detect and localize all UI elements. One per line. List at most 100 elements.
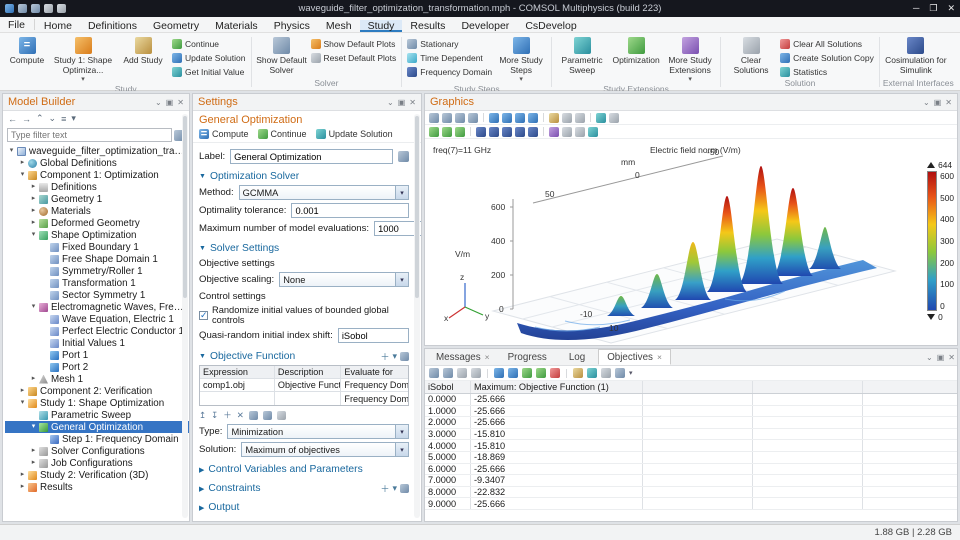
ribbon-tab[interactable]: Definitions — [80, 20, 145, 32]
statistics-button[interactable]: Statistics — [780, 66, 874, 78]
tree-item[interactable]: Job Configurations — [5, 457, 189, 469]
add-row-icon[interactable]: ＋ — [223, 409, 232, 421]
settings-compute-button[interactable]: Compute — [199, 129, 249, 139]
ribbon-tab[interactable]: Home — [36, 20, 80, 32]
tree-item[interactable]: Perfect Electric Conductor 1 — [5, 325, 189, 337]
tree-twisty-icon[interactable] — [29, 421, 38, 433]
export-icon[interactable] — [471, 368, 481, 378]
save-table-icon[interactable] — [263, 411, 272, 420]
tree-item[interactable]: Parametric Sweep — [5, 409, 189, 421]
model-tree-settings-icon[interactable]: ▾ — [71, 113, 76, 124]
panel-float-icon[interactable]: ▣ — [398, 98, 406, 107]
move-down-icon[interactable]: ↧ — [211, 410, 218, 421]
show-default-plots-button[interactable]: Show Default Plots — [311, 38, 397, 50]
table-surface-icon[interactable] — [508, 368, 518, 378]
solution-dropdown[interactable]: Maximum of objectives — [241, 442, 409, 457]
ribbon-tab[interactable]: Mesh — [318, 20, 360, 32]
console-tab[interactable]: Log — [560, 349, 598, 365]
objectives-row[interactable]: 2.0000 -25.666 — [425, 417, 957, 429]
tree-twisty-icon[interactable] — [29, 205, 38, 217]
ribbon-tab[interactable]: Results — [402, 20, 453, 32]
tree-twisty-icon[interactable] — [29, 373, 38, 385]
section-output[interactable]: ▶ Output — [199, 502, 409, 513]
tree-twisty-icon[interactable] — [29, 457, 38, 469]
objective-scaling-dropdown[interactable]: None — [279, 272, 409, 287]
clear-table-icon[interactable] — [601, 368, 611, 378]
open-icon[interactable] — [31, 4, 40, 13]
reset-default-plots-button[interactable]: Reset Default Plots — [311, 52, 397, 64]
frequency-domain-button[interactable]: Frequency Domain — [407, 66, 492, 78]
tree-item[interactable]: Mesh 1 — [5, 373, 189, 385]
objectives-row[interactable]: 1.0000 -25.666 — [425, 406, 957, 418]
tree-twisty-icon[interactable] — [29, 181, 38, 193]
objectives-col-header[interactable]: iSobol — [425, 381, 471, 393]
randomize-checkbox[interactable] — [199, 311, 208, 320]
tree-twisty-icon[interactable] — [18, 469, 27, 481]
precision-icon[interactable] — [429, 368, 439, 378]
camera-icon[interactable] — [588, 127, 598, 137]
tolerance-input[interactable] — [291, 203, 409, 218]
tree-twisty-icon[interactable] — [18, 169, 27, 181]
panel-float-icon[interactable]: ▣ — [166, 98, 174, 107]
tree-item[interactable]: Symmetry/Roller 1 — [5, 265, 189, 277]
show-default-solver-button[interactable]: Show Default Solver — [255, 34, 309, 78]
stationary-button[interactable]: Stationary — [407, 38, 492, 50]
rename-icon[interactable] — [398, 151, 409, 162]
update-solution-button[interactable]: Update Solution — [172, 52, 246, 64]
objectives-row[interactable]: 8.0000 -22.832 — [425, 487, 957, 499]
label-field-input[interactable] — [230, 149, 393, 164]
tree-item[interactable]: Step 1: Frequency Domain — [5, 433, 189, 445]
optimization-button[interactable]: Optimization — [609, 34, 663, 84]
grid-icon[interactable] — [575, 127, 585, 137]
add-objective-icon[interactable]: ＋ — [380, 350, 389, 363]
create-solution-copy-button[interactable]: Create Solution Copy — [780, 52, 874, 64]
collapse-all-icon[interactable]: ⌃ — [36, 113, 44, 124]
ribbon-tab[interactable]: Geometry — [145, 20, 207, 32]
objectives-row[interactable]: 6.0000 -25.666 — [425, 464, 957, 476]
ribbon-tab[interactable]: Physics — [266, 20, 318, 32]
model-builder-scrollbar[interactable] — [182, 114, 188, 518]
line-plot-icon[interactable] — [522, 368, 532, 378]
tree-item[interactable]: Sector Symmetry 1 — [5, 289, 189, 301]
tree-item[interactable]: Study 2: Verification (3D) — [5, 469, 189, 481]
toolbar-menu-icon[interactable]: ▾ — [629, 369, 633, 377]
tree-item[interactable]: Deformed Geometry — [5, 217, 189, 229]
settings-scrollbar[interactable] — [414, 114, 420, 518]
console-tab[interactable]: Objectives × — [598, 349, 671, 365]
tree-item[interactable]: waveguide_filter_optimization_transforma… — [5, 145, 189, 157]
section-solver-settings[interactable]: ▼ Solver Settings — [199, 243, 409, 254]
close-button[interactable]: ✕ — [947, 3, 955, 14]
section-objective-function[interactable]: ▼ Objective Function ＋ ▾ — [199, 350, 409, 363]
delete-row-icon[interactable]: ✕ — [237, 410, 244, 421]
zoom-in-icon[interactable] — [429, 113, 439, 123]
objective-row[interactable]: Frequency Domain — [200, 392, 408, 405]
section-control-variables[interactable]: ▶ Control Variables and Parameters — [199, 464, 409, 475]
preview-table-icon[interactable] — [277, 411, 286, 420]
clear-all-solutions-button[interactable]: Clear All Solutions — [780, 38, 874, 50]
back-icon[interactable]: ← — [8, 114, 17, 124]
xz-view-icon[interactable] — [528, 113, 538, 123]
add-constraint-icon[interactable]: ＋ — [380, 482, 389, 495]
objectives-row[interactable]: 4.0000 -15.810 — [425, 440, 957, 452]
plot-canvas[interactable]: freq(7)=11 GHz Electric field norm (V/m)… — [425, 139, 957, 345]
constraint-table-icon[interactable] — [400, 484, 409, 493]
tree-item[interactable]: Solver Configurations — [5, 445, 189, 457]
tree-item[interactable]: Component 1: Optimization — [5, 169, 189, 181]
move-up-icon[interactable]: ↥ — [199, 410, 206, 421]
panel-close-icon[interactable]: ✕ — [409, 98, 416, 107]
last-icon[interactable] — [528, 127, 538, 137]
maximize-button[interactable]: ❐ — [929, 3, 937, 14]
console-tab[interactable]: Messages × — [427, 349, 499, 365]
get-initial-value-button[interactable]: Get Initial Value — [172, 66, 246, 78]
screenshot-icon[interactable] — [596, 113, 606, 123]
section-optimization-solver[interactable]: ▼ Optimization Solver — [199, 171, 409, 182]
print-icon[interactable] — [609, 113, 619, 123]
undo-icon[interactable] — [44, 4, 53, 13]
tree-item[interactable]: Free Shape Domain 1 — [5, 253, 189, 265]
redo-icon[interactable] — [57, 4, 66, 13]
tree-item[interactable]: Component 2: Verification — [5, 385, 189, 397]
objectives-row[interactable]: 5.0000 -18.869 — [425, 452, 957, 464]
default-view-icon[interactable] — [489, 113, 499, 123]
ribbon-tab[interactable]: Materials — [207, 20, 266, 32]
section-constraints[interactable]: ▶ Constraints ＋ ▾ — [199, 482, 409, 495]
